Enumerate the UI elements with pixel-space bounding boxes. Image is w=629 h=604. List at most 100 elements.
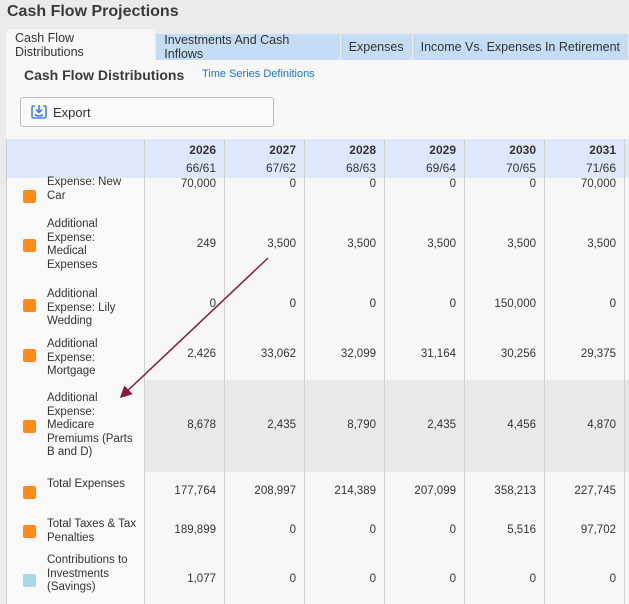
export-button[interactable]: Export	[20, 97, 274, 127]
table-row: Additional Expense: Mortgage 2,426 33,062 3…	[7, 330, 629, 380]
tab-income-vs-expenses[interactable]: Income Vs. Expenses In Retirement	[412, 34, 628, 60]
value-cell: 4,870	[587, 419, 616, 431]
value-cell: 3,500	[427, 238, 456, 250]
value-cell: 29,375	[580, 348, 616, 360]
value-cell: 208,997	[254, 485, 296, 497]
column-divider	[144, 139, 145, 604]
tab-investments[interactable]: Investments And Cash Inflows	[156, 33, 340, 61]
column-year: 2027	[269, 143, 296, 157]
value-cell: 3,500	[347, 238, 376, 250]
value-cell: 0	[369, 524, 376, 536]
column-ages: 69/64	[425, 161, 456, 175]
column-divider	[224, 139, 225, 604]
value-cell: 31,164	[420, 348, 456, 360]
column-year: 2030	[509, 143, 536, 157]
value-cell: 207,099	[414, 485, 456, 497]
row-label: Additional Expense: Mortgage	[47, 338, 98, 377]
value-cell: 2,435	[267, 419, 296, 431]
value-cell: 0	[529, 573, 536, 585]
value-cell: 70,000	[580, 178, 616, 190]
value-cell: 2,435	[427, 419, 456, 431]
value-cell: 189,899	[174, 524, 216, 536]
column-year: 2026	[189, 143, 216, 157]
value-cell: 8,790	[347, 419, 376, 431]
table-row: Additional Expense: Medical Expenses 249 3…	[7, 210, 629, 280]
value-cell: 0	[369, 178, 376, 190]
column-ages: 67/62	[265, 161, 296, 175]
row-label: Additional Expense: Medicare Premiums (P…	[47, 392, 133, 458]
value-cell: 150,000	[494, 298, 536, 310]
column-divider	[464, 139, 465, 604]
value-cell: 3,500	[587, 238, 616, 250]
table-row: Total Expenses 177,764 208,997 214,389 207,0…	[7, 472, 629, 512]
column-divider	[624, 139, 625, 604]
row-label: Expense: New Car	[47, 176, 122, 202]
section-title: Cash Flow Distributions	[24, 67, 185, 83]
value-cell: 0	[449, 573, 456, 585]
value-cell: 0	[209, 298, 216, 310]
value-cell: 30,256	[500, 348, 536, 360]
value-cell: 0	[609, 573, 616, 585]
value-cell: 358,213	[494, 485, 536, 497]
value-cell: 0	[289, 298, 296, 310]
table-row: Total Taxes & Tax Penalties 189,899 0 0 0 5,5…	[7, 512, 629, 550]
value-cell: 0	[369, 573, 376, 585]
column-year: 2031	[589, 143, 616, 157]
column-ages: 68/63	[345, 161, 376, 175]
column-divider	[384, 139, 385, 604]
row-label: Total Taxes & Tax Penalties	[47, 518, 137, 544]
value-cell: 33,062	[260, 348, 296, 360]
table-row: Additional Expense: Lily Wedding 0 0 0 0 150,…	[7, 280, 629, 330]
value-cell: 0	[449, 178, 456, 190]
table-row: Expense: New Car 70,000 0 0 0 0 70,000	[7, 176, 629, 210]
value-cell: 3,500	[267, 238, 296, 250]
series-color-swatch	[23, 419, 36, 433]
column-year: 2029	[429, 143, 456, 157]
value-cell: 32,099	[340, 348, 376, 360]
value-cell: 4,456	[507, 419, 536, 431]
value-cell: 0	[369, 298, 376, 310]
series-color-swatch	[23, 298, 36, 312]
series-color-swatch	[23, 524, 36, 538]
value-cell: 0	[449, 524, 456, 536]
series-color-swatch	[23, 238, 36, 252]
value-cell: 249	[196, 238, 216, 250]
table-row: Additional Expense: Medicare Premiums (P…	[7, 380, 629, 472]
series-color-swatch	[23, 189, 36, 203]
value-cell: 3,500	[507, 238, 536, 250]
value-cell: 5,516	[507, 524, 536, 536]
column-ages: 66/61	[185, 161, 216, 175]
column-year: 2028	[349, 143, 376, 157]
row-label: Contributions to Investments (Savings)	[47, 554, 128, 593]
value-cell: 0	[289, 178, 296, 190]
tab-expenses[interactable]: Expenses	[340, 34, 412, 60]
value-cell: 97,702	[580, 524, 616, 536]
column-divider	[544, 139, 545, 604]
column-divider	[304, 139, 305, 604]
column-ages: 70/65	[505, 161, 536, 175]
row-label: Additional Expense: Lily Wedding	[47, 288, 116, 327]
series-color-swatch	[23, 485, 36, 499]
content-panel: Cash Flow Distributions Time Series Defi…	[6, 60, 629, 604]
time-series-definitions-link[interactable]: Time Series Definitions	[202, 68, 315, 80]
value-cell: 214,389	[334, 485, 376, 497]
tab-bar: Cash Flow Distributions Investments And …	[6, 29, 629, 61]
value-cell: 0	[529, 178, 536, 190]
row-label: Additional Expense: Medical Expenses	[47, 218, 98, 271]
cash-flow-table: Expense: New Car 70,000 0 0 0 0 70,000 Additio…	[6, 139, 629, 604]
value-cell: 0	[609, 298, 616, 310]
row-label: Total Expenses	[47, 478, 125, 490]
value-cell: 0	[289, 573, 296, 585]
value-cell: 0	[449, 298, 456, 310]
value-cell: 8,678	[187, 419, 216, 431]
value-cell: 227,745	[574, 485, 616, 497]
tab-cash-flow-distributions[interactable]: Cash Flow Distributions	[6, 29, 156, 60]
export-icon	[31, 105, 47, 119]
series-color-swatch	[23, 348, 36, 362]
value-cell: 177,764	[174, 485, 216, 497]
page-title: Cash Flow Projections	[7, 3, 179, 20]
series-color-swatch	[23, 573, 36, 587]
table-row: Contributions to Investments (Savings) 1,…	[7, 550, 629, 604]
export-label: Export	[53, 104, 91, 120]
value-cell: 0	[289, 524, 296, 536]
